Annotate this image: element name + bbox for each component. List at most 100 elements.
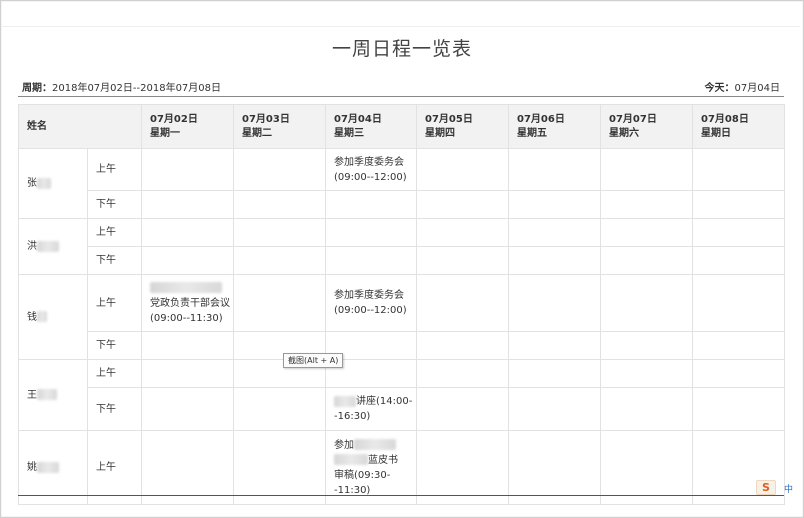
schedule-cell[interactable]: [141, 331, 234, 360]
name-header: 姓名: [18, 104, 142, 149]
am-label: 上午: [87, 274, 142, 332]
schedule-cell[interactable]: [416, 274, 509, 332]
table-row: 下午: [19, 190, 785, 219]
day-header: 07月08日 星期日: [692, 104, 785, 149]
day-header: 07月05日 星期四: [416, 104, 509, 149]
schedule-cell[interactable]: [141, 148, 234, 191]
header-rule: [18, 96, 784, 97]
bottom-divider: [18, 495, 784, 496]
schedule-cell[interactable]: [233, 148, 326, 191]
schedule-cell[interactable]: [600, 274, 693, 332]
schedule-cell[interactable]: [416, 430, 509, 505]
today-label: 今天：: [704, 83, 735, 94]
schedule-cell[interactable]: [600, 246, 693, 275]
table-row: 张 上午 参加季度委务会(09:00--12:00): [18, 148, 785, 219]
schedule-cell[interactable]: 党政负责干部会议(09:00--11:30): [141, 274, 234, 332]
pm-label: 下午: [87, 190, 142, 219]
schedule-cell[interactable]: [416, 218, 509, 247]
schedule-cell[interactable]: [416, 387, 509, 431]
person-name: 钱: [18, 274, 88, 360]
schedule-cell[interactable]: [600, 387, 693, 431]
person-name: 张: [18, 148, 88, 219]
schedule-cell[interactable]: [692, 190, 785, 219]
schedule-cell[interactable]: [508, 190, 601, 219]
schedule-cell[interactable]: [325, 190, 417, 219]
page-title: 一周日程一览表: [331, 38, 472, 60]
schedule-cell[interactable]: [325, 246, 417, 275]
am-label: 上午: [87, 218, 142, 247]
period-label: 周期：: [22, 83, 52, 94]
person-name: 姚: [18, 430, 88, 505]
schedule-cell[interactable]: [141, 359, 234, 388]
table-row: 王 上午: [18, 359, 785, 431]
schedule-cell[interactable]: [233, 430, 326, 505]
schedule-cell[interactable]: [508, 274, 601, 332]
schedule-cell[interactable]: [416, 331, 509, 360]
ime-mode-indicator[interactable]: 中: [784, 482, 793, 495]
schedule-cell[interactable]: [416, 190, 509, 219]
person-name: 王: [18, 359, 88, 431]
table-row: 洪 上午: [18, 218, 785, 275]
schedule-cell[interactable]: [141, 430, 234, 505]
schedule-cell[interactable]: [416, 148, 509, 191]
schedule-cell[interactable]: [508, 387, 601, 431]
schedule-cell[interactable]: 参加季度委务会(09:00--12:00): [325, 274, 417, 332]
table-row: 下午 讲座(14:00--16:30): [19, 387, 785, 431]
day-header: 07月03日 星期二: [233, 104, 326, 149]
schedule-cell[interactable]: [233, 190, 326, 219]
schedule-cell[interactable]: [600, 218, 693, 247]
schedule-cell[interactable]: [141, 218, 234, 247]
header-row: 姓名 07月02日 星期一 07月03日 星期二 07月04日 星期三 07月05日星…: [18, 104, 785, 149]
person-name: 洪: [18, 218, 88, 275]
table-row: 下午: [19, 331, 785, 360]
schedule-cell[interactable]: [416, 359, 509, 388]
schedule-cell[interactable]: [233, 387, 326, 431]
schedule-cell[interactable]: [692, 331, 785, 360]
table-row: 姚 上午 参加 蓝皮书 审稿(09:30- -11:30): [18, 430, 785, 505]
am-label: 上午: [87, 359, 142, 388]
schedule-cell[interactable]: [508, 218, 601, 247]
schedule-cell[interactable]: [692, 359, 785, 388]
schedule-cell[interactable]: [508, 331, 601, 360]
schedule-cell[interactable]: [692, 274, 785, 332]
schedule-cell[interactable]: [416, 246, 509, 275]
schedule-cell[interactable]: [508, 246, 601, 275]
today-info: 今天：07月04日: [705, 79, 780, 94]
schedule-cell[interactable]: [508, 430, 601, 505]
ime-logo-icon[interactable]: S: [756, 480, 776, 495]
schedule-cell[interactable]: [233, 218, 326, 247]
screenshot-tooltip: 截图(Alt + A): [283, 353, 344, 368]
table-row: 钱 上午 党政负责干部会议(09:00--11:30) 参加季度委务会(09:0…: [18, 274, 785, 360]
schedule-cell[interactable]: 讲座(14:00--16:30): [325, 387, 417, 431]
today-value: 07月04日: [734, 83, 780, 94]
am-label: 上午: [87, 148, 142, 191]
day-header: 07月04日 星期三: [325, 104, 417, 149]
table-row: 下午: [19, 246, 785, 275]
schedule-cell[interactable]: [141, 190, 234, 219]
schedule-cell[interactable]: 参加季度委务会(09:00--12:00): [325, 148, 417, 191]
day-header: 07月06日 星期五: [508, 104, 601, 149]
schedule-cell[interactable]: [141, 246, 234, 275]
schedule-cell[interactable]: [508, 148, 601, 191]
schedule-cell[interactable]: [600, 430, 693, 505]
period-info: 周期：2018年07月02日--2018年07月08日: [22, 79, 221, 94]
schedule-cell[interactable]: [600, 148, 693, 191]
schedule-cell[interactable]: [600, 190, 693, 219]
pm-label: 下午: [87, 387, 142, 431]
top-divider: [2, 26, 800, 27]
schedule-cell[interactable]: [325, 218, 417, 247]
schedule-cell[interactable]: [233, 274, 326, 332]
schedule-cell[interactable]: [600, 359, 693, 388]
day-header: 07月02日 星期一: [141, 104, 234, 149]
pm-label: 下午: [87, 246, 142, 275]
schedule-cell[interactable]: [692, 148, 785, 191]
schedule-cell[interactable]: [692, 246, 785, 275]
day-header: 07月07日 星期六: [600, 104, 693, 149]
schedule-cell[interactable]: [692, 218, 785, 247]
schedule-cell[interactable]: [692, 387, 785, 431]
schedule-cell[interactable]: 参加 蓝皮书 审稿(09:30- -11:30): [325, 430, 417, 505]
schedule-cell[interactable]: [508, 359, 601, 388]
schedule-cell[interactable]: [233, 246, 326, 275]
schedule-cell[interactable]: [141, 387, 234, 431]
schedule-cell[interactable]: [600, 331, 693, 360]
